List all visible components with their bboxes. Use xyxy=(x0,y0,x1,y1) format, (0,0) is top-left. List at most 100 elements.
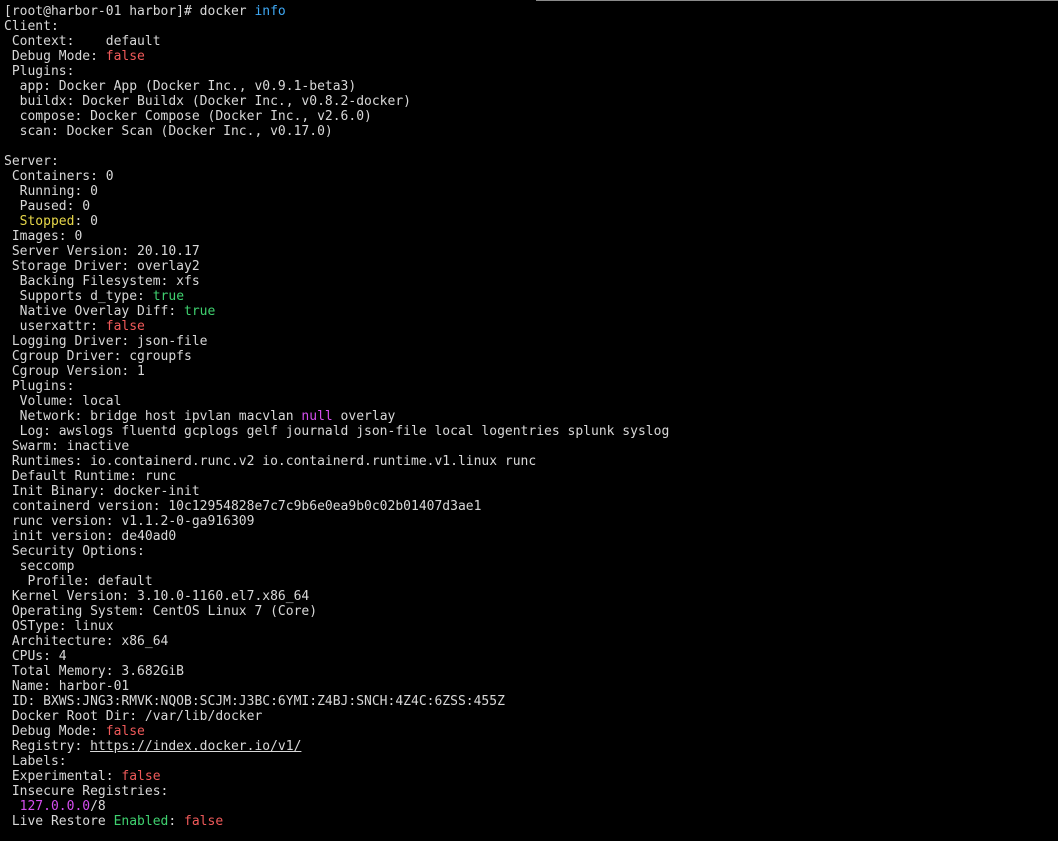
terminal-output[interactable]: [root@harbor-01 harbor]# docker info Clie… xyxy=(0,4,1058,841)
text-segment: Default Runtime: runc xyxy=(4,469,177,484)
output-line: Live Restore Enabled: false xyxy=(4,814,1058,829)
output-line: runc version: v1.1.2-0-ga916309 xyxy=(4,514,1058,529)
text-segment: Experimental: xyxy=(4,769,122,784)
text-segment: Context: default xyxy=(4,34,161,49)
highlighted-token: true xyxy=(152,289,185,304)
output-line: Plugins: xyxy=(4,64,1058,79)
output-line: Docker Root Dir: /var/lib/docker xyxy=(4,709,1058,724)
text-segment xyxy=(4,799,20,814)
text-segment: Debug Mode: xyxy=(4,724,106,739)
output-line: Backing Filesystem: xfs xyxy=(4,274,1058,289)
text-segment: init version: de40ad0 xyxy=(4,529,177,544)
highlighted-token: 127.0.0.0 xyxy=(19,799,91,814)
highlighted-token: null xyxy=(301,409,333,424)
text-segment: Images: 0 xyxy=(4,229,83,244)
text-segment: Server Version: 20.10.17 xyxy=(4,244,200,259)
highlighted-token: false xyxy=(184,814,224,829)
highlighted-token: false xyxy=(105,49,145,64)
highlighted-token: info xyxy=(254,4,286,19)
highlighted-token: Stopped xyxy=(19,214,75,229)
output-line: compose: Docker Compose (Docker Inc., v2… xyxy=(4,109,1058,124)
text-segment: Supports d_type: xyxy=(4,289,153,304)
text-segment: Labels: xyxy=(4,754,67,769)
text-segment: Runtimes: io.containerd.runc.v2 io.conta… xyxy=(4,454,537,469)
output-line: Plugins: xyxy=(4,379,1058,394)
output-line: Debug Mode: false xyxy=(4,724,1058,739)
text-segment: CPUs: 4 xyxy=(4,649,67,664)
text-segment: OSType: linux xyxy=(4,619,114,634)
highlighted-token: Enabled xyxy=(113,814,169,829)
text-segment: Init Binary: docker-init xyxy=(4,484,200,499)
text-segment: Server: xyxy=(4,154,59,169)
output-line: Running: 0 xyxy=(4,184,1058,199)
text-segment: Volume: local xyxy=(4,394,122,409)
output-line: ID: BXWS:JNG3:RMVK:NQOB:SCJM:J3BC:6YMI:Z… xyxy=(4,694,1058,709)
output-line: Volume: local xyxy=(4,394,1058,409)
highlighted-token: false xyxy=(105,319,145,334)
output-line: Server: xyxy=(4,154,1058,169)
output-line: containerd version: 10c12954828e7c7c9b6e… xyxy=(4,499,1058,514)
output-line: buildx: Docker Buildx (Docker Inc., v0.8… xyxy=(4,94,1058,109)
output-line: OSType: linux xyxy=(4,619,1058,634)
output-line: Operating System: CentOS Linux 7 (Core) xyxy=(4,604,1058,619)
text-segment: Plugins: xyxy=(4,64,75,79)
output-line: userxattr: false xyxy=(4,319,1058,334)
output-line: Context: default xyxy=(4,34,1058,49)
text-segment: seccomp xyxy=(4,559,75,574)
output-line: init version: de40ad0 xyxy=(4,529,1058,544)
output-line: Security Options: xyxy=(4,544,1058,559)
output-line: Containers: 0 xyxy=(4,169,1058,184)
text-segment: runc version: v1.1.2-0-ga916309 xyxy=(4,514,255,529)
text-segment: Insecure Registries: xyxy=(4,784,169,799)
output-line: Log: awslogs fluentd gcplogs gelf journa… xyxy=(4,424,1058,439)
text-segment: Security Options: xyxy=(4,544,145,559)
output-line: Storage Driver: overlay2 xyxy=(4,259,1058,274)
text-segment: Total Memory: 3.682GiB xyxy=(4,664,185,679)
output-line: scan: Docker Scan (Docker Inc., v0.17.0) xyxy=(4,124,1058,139)
text-segment: Profile: default xyxy=(4,574,153,589)
text-segment: /8 xyxy=(90,799,106,814)
text-segment: ID: BXWS:JNG3:RMVK:NQOB:SCJM:J3BC:6YMI:Z… xyxy=(4,694,505,709)
text-segment: Backing Filesystem: xfs xyxy=(4,274,200,289)
text-segment: Storage Driver: overlay2 xyxy=(4,259,200,274)
output-line: Client: xyxy=(4,19,1058,34)
text-segment: Docker Root Dir: /var/lib/docker xyxy=(4,709,263,724)
output-line: CPUs: 4 xyxy=(4,649,1058,664)
text-segment xyxy=(4,214,20,229)
output-line: Stopped: 0 xyxy=(4,214,1058,229)
text-segment: [root@harbor-01 harbor]# docker xyxy=(4,4,255,19)
text-segment: Plugins: xyxy=(4,379,75,394)
output-line: Init Binary: docker-init xyxy=(4,484,1058,499)
output-line: Swarm: inactive xyxy=(4,439,1058,454)
text-segment: Cgroup Version: 1 xyxy=(4,364,145,379)
text-segment: Kernel Version: 3.10.0-1160.el7.x86_64 xyxy=(4,589,310,604)
output-line: Architecture: x86_64 xyxy=(4,634,1058,649)
text-segment: Running: 0 xyxy=(4,184,98,199)
output-line: Paused: 0 xyxy=(4,199,1058,214)
output-line: Cgroup Version: 1 xyxy=(4,364,1058,379)
output-line: Network: bridge host ipvlan macvlan null… xyxy=(4,409,1058,424)
text-segment: Architecture: x86_64 xyxy=(4,634,169,649)
output-line: Cgroup Driver: cgroupfs xyxy=(4,349,1058,364)
text-segment: Native Overlay Diff: xyxy=(4,304,185,319)
text-segment: app: Docker App (Docker Inc., v0.9.1-bet… xyxy=(4,79,357,94)
output-line: Supports d_type: true xyxy=(4,289,1058,304)
highlighted-token: false xyxy=(105,724,145,739)
text-segment: compose: Docker Compose (Docker Inc., v2… xyxy=(4,109,372,124)
text-segment: containerd version: 10c12954828e7c7c9b6e… xyxy=(4,499,482,514)
text-segment: userxattr: xyxy=(4,319,106,334)
highlighted-token: true xyxy=(184,304,216,319)
output-line: Server Version: 20.10.17 xyxy=(4,244,1058,259)
text-segment: overlay xyxy=(332,409,396,424)
text-segment: : xyxy=(168,814,185,829)
window-top-border xyxy=(536,0,1058,1)
text-segment: Operating System: CentOS Linux 7 (Core) xyxy=(4,604,318,619)
output-line: Labels: xyxy=(4,754,1058,769)
output-line: Default Runtime: runc xyxy=(4,469,1058,484)
output-line: Runtimes: io.containerd.runc.v2 io.conta… xyxy=(4,454,1058,469)
text-segment: Cgroup Driver: cgroupfs xyxy=(4,349,192,364)
text-segment: : 0 xyxy=(74,214,98,229)
output-line: Name: harbor-01 xyxy=(4,679,1058,694)
output-line: Logging Driver: json-file xyxy=(4,334,1058,349)
registry-link[interactable]: https://index.docker.io/v1/ xyxy=(90,739,301,754)
